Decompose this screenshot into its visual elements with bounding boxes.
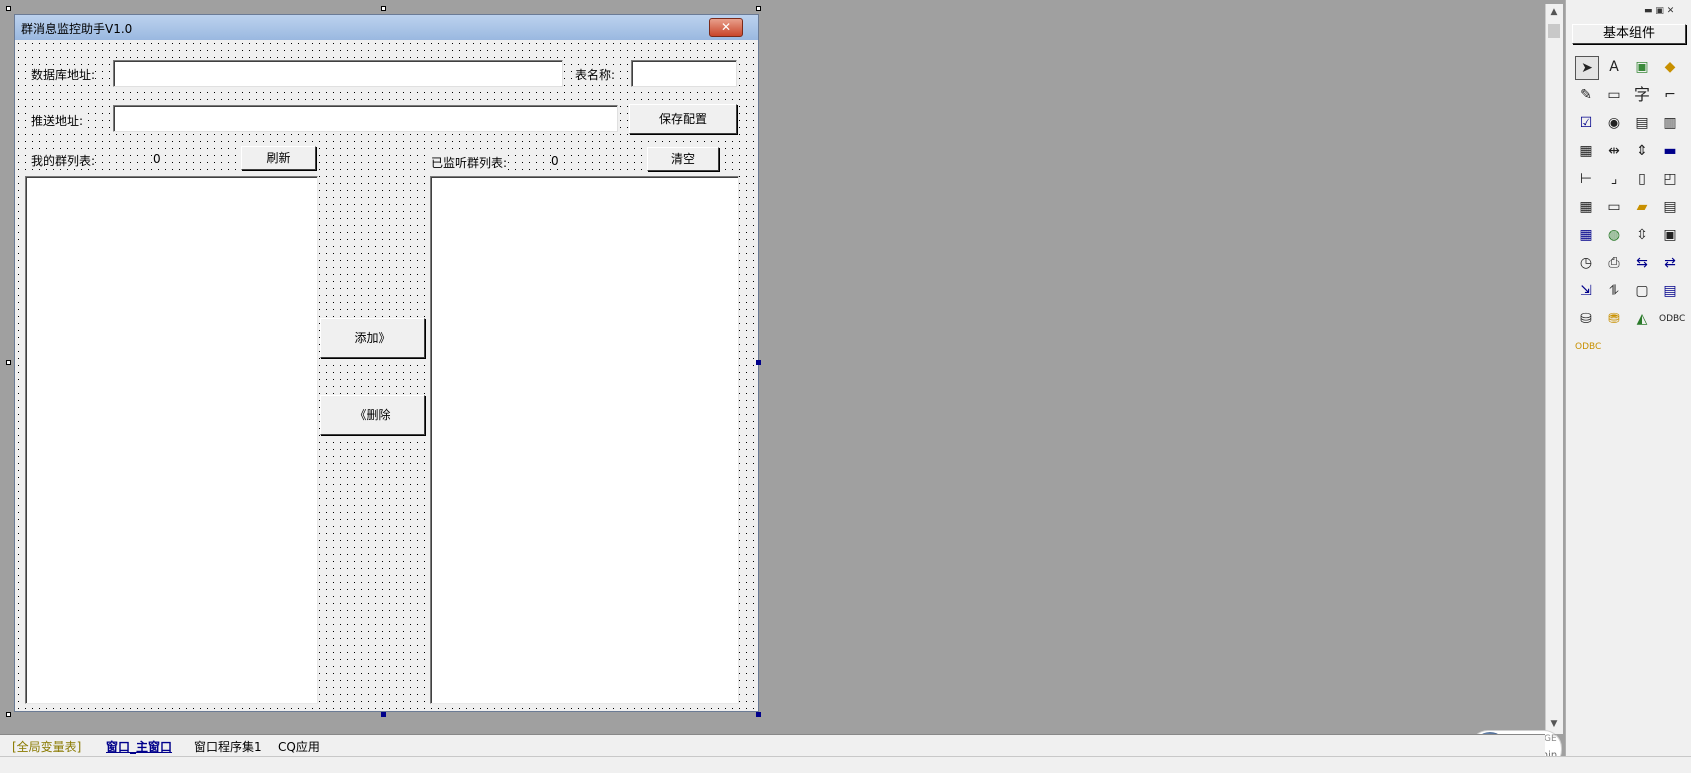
globe-icon[interactable]: ◍ — [1603, 224, 1625, 246]
tab-cq-app[interactable]: CQ应用 — [278, 738, 320, 755]
resize-handle-top-left[interactable] — [6, 6, 11, 11]
vscroll-icon[interactable]: ⇕ — [1631, 140, 1653, 162]
vertical-scrollbar[interactable]: ▲ ▼ — [1545, 4, 1563, 734]
close-icon[interactable]: ✕ — [709, 18, 743, 37]
refresh-button[interactable]: 刷新 — [241, 146, 316, 170]
textbox-icon[interactable]: ▭ — [1603, 84, 1625, 106]
my-groups-list[interactable] — [25, 176, 318, 704]
db-address-input[interactable] — [113, 60, 563, 87]
my-groups-count: 0 — [153, 152, 161, 166]
tab-main-window[interactable]: 窗口_主窗口 — [106, 738, 172, 755]
frame-icon[interactable]: ⌟ — [1603, 168, 1625, 190]
bottom-toolbar-strip — [0, 756, 1691, 773]
resize-handle-bottom-left[interactable] — [6, 712, 11, 717]
push-address-input[interactable] — [113, 105, 618, 132]
resize-handle-bottom-right[interactable] — [756, 712, 761, 717]
window-icon[interactable]: ▣ — [1659, 224, 1681, 246]
scroll-up-icon[interactable]: ▲ — [1546, 4, 1562, 20]
resize-handle-right[interactable] — [756, 360, 761, 365]
palette-title[interactable]: 基本组件 — [1572, 24, 1686, 44]
monitored-groups-count: 0 — [551, 154, 559, 168]
save-config-button[interactable]: 保存配置 — [629, 104, 737, 134]
timer-icon[interactable]: ◷ — [1575, 252, 1597, 274]
monitored-groups-list[interactable] — [430, 176, 739, 704]
button-control-icon[interactable]: ▭ — [1603, 196, 1625, 218]
toolbar-icon[interactable]: ▤ — [1659, 280, 1681, 302]
component-palette: ▬ ▣ ✕ 基本组件 ➤ A ▣ ◆ ✎ ▭ 字 ⌐ ☑ ◉ ▤ ▥ ▦ ⇹ ⇕… — [1470, 0, 1691, 772]
resize-handle-top[interactable] — [381, 6, 386, 11]
odbc-db-icon[interactable]: ODBC — [1575, 336, 1601, 358]
radio-icon[interactable]: ◉ — [1603, 112, 1625, 134]
bottom-tab-bar: [全局变量表] 窗口_主窗口 窗口程序集1 CQ应用 — [0, 734, 1545, 757]
add-button[interactable]: 添加》 — [320, 318, 425, 358]
clear-button[interactable]: 清空 — [647, 147, 719, 171]
panel-icon[interactable]: ▢ — [1631, 280, 1653, 302]
table-name-label: 表名称: — [575, 66, 616, 83]
line-icon[interactable]: ⌐ — [1659, 84, 1681, 106]
document-icon[interactable]: ▤ — [1659, 196, 1681, 218]
checkbox-icon[interactable]: ☑ — [1575, 112, 1597, 134]
chart-icon[interactable]: ◭ — [1631, 308, 1653, 330]
tab-window-assembly[interactable]: 窗口程序集1 — [194, 738, 262, 755]
design-form-window[interactable]: 群消息监控助手V1.0 ✕ 数据库地址: 表名称: 推送地址: 保存配置 我的群… — [14, 14, 759, 712]
calendar-icon[interactable]: ▦ — [1575, 196, 1597, 218]
edit-icon[interactable]: ✎ — [1575, 84, 1597, 106]
scrollbar-thumb[interactable] — [1548, 24, 1560, 38]
spin-icon[interactable]: ⇳ — [1631, 224, 1653, 246]
palette-window-controls[interactable]: ▬ ▣ ✕ — [1644, 6, 1688, 16]
grid-list-icon[interactable]: ▦ — [1575, 140, 1597, 162]
table-icon[interactable]: ▦ — [1575, 224, 1597, 246]
db-provider-icon[interactable]: ⛃ — [1603, 308, 1625, 330]
network-client-icon[interactable]: ⇆ — [1631, 252, 1653, 274]
monitored-groups-label: 已监听群列表: — [431, 154, 508, 171]
form-title: 群消息监控助手V1.0 — [21, 22, 133, 36]
slider-icon[interactable]: ⊢ — [1575, 168, 1597, 190]
pointer-icon[interactable]: ➤ — [1575, 56, 1599, 80]
progress-icon[interactable]: ▬ — [1659, 140, 1681, 162]
form-titlebar[interactable]: 群消息监控助手V1.0 ✕ — [15, 15, 758, 40]
table-name-input[interactable] — [631, 60, 737, 87]
picture-box-icon[interactable]: ◰ — [1659, 168, 1681, 190]
hscroll-icon[interactable]: ⇹ — [1603, 140, 1625, 162]
form-client-area[interactable]: 数据库地址: 表名称: 推送地址: 保存配置 我的群列表: 0 刷新 已监听群列… — [15, 40, 758, 711]
folder-icon[interactable]: ▰ — [1631, 196, 1653, 218]
odbc-icon[interactable]: ODBC — [1659, 308, 1685, 330]
db-source-icon[interactable]: ⛁ — [1575, 308, 1597, 330]
shape-icon[interactable]: ◆ — [1659, 56, 1681, 78]
delete-button[interactable]: 《删除 — [320, 395, 425, 435]
resize-handle-left[interactable] — [6, 360, 11, 365]
dde-icon[interactable]: ⥮ — [1603, 280, 1625, 302]
text-char-icon[interactable]: 字 — [1631, 84, 1653, 106]
printer-icon[interactable]: ⎙ — [1603, 252, 1625, 274]
push-address-label: 推送地址: — [31, 112, 84, 129]
tab-control-icon[interactable]: ▯ — [1631, 168, 1653, 190]
db-address-label: 数据库地址: — [31, 66, 96, 83]
tab-global-variables[interactable]: [全局变量表] — [12, 738, 81, 755]
port-icon[interactable]: ⇲ — [1575, 280, 1597, 302]
label-icon[interactable]: A — [1603, 56, 1625, 78]
resize-handle-top-right[interactable] — [756, 6, 761, 11]
combobox-icon[interactable]: ▤ — [1631, 112, 1653, 134]
network-server-icon[interactable]: ⇄ — [1659, 252, 1681, 274]
my-groups-label: 我的群列表: — [31, 152, 96, 169]
listbox-icon[interactable]: ▥ — [1659, 112, 1681, 134]
resize-handle-bottom[interactable] — [381, 712, 386, 717]
image-icon[interactable]: ▣ — [1631, 56, 1653, 78]
